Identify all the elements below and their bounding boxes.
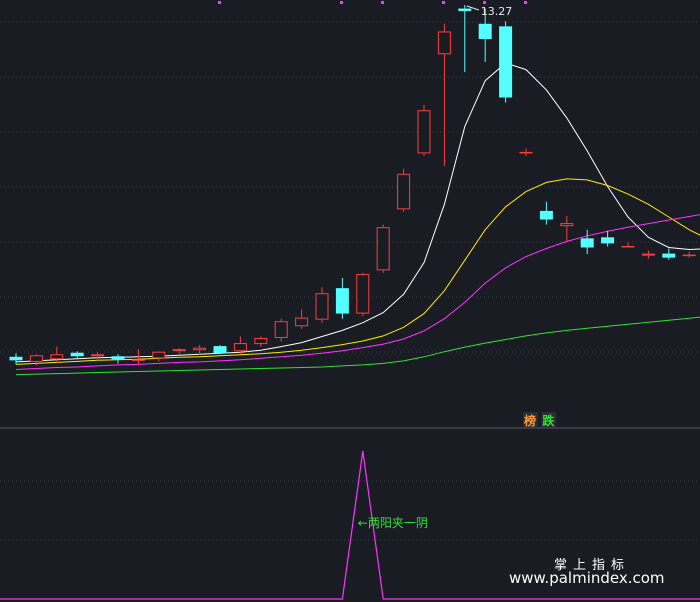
candle-body bbox=[601, 237, 615, 244]
candle-body bbox=[274, 321, 288, 338]
candle-body bbox=[193, 347, 207, 351]
top-marker-dot bbox=[340, 1, 343, 4]
stock-chart: 13.27 榜跌 ←两阳夹一阴 掌上指标 www.palmindex.com bbox=[0, 0, 700, 602]
candle-body bbox=[29, 355, 43, 362]
candle-body bbox=[315, 293, 329, 320]
top-marker-dot bbox=[483, 1, 486, 4]
watermark-url: www.palmindex.com bbox=[509, 569, 665, 587]
candle-body bbox=[335, 288, 349, 314]
candle-body bbox=[295, 317, 309, 327]
signal-tag-label: 跌 bbox=[542, 413, 555, 428]
candle-body bbox=[111, 356, 125, 360]
candle-body bbox=[70, 352, 84, 357]
signal-tag: 跌 bbox=[541, 412, 557, 428]
pattern-annotation: ←两阳夹一阴 bbox=[358, 516, 428, 530]
candle-body bbox=[662, 253, 676, 258]
candle bbox=[356, 272, 370, 317]
candle bbox=[376, 224, 390, 273]
top-marker-dot bbox=[218, 1, 221, 4]
signal-tag: 榜 bbox=[522, 412, 538, 428]
candle bbox=[417, 105, 431, 156]
candle-body bbox=[580, 238, 594, 248]
max-price-label: 13.27 bbox=[481, 5, 513, 18]
candle-body bbox=[641, 253, 655, 256]
candle-body bbox=[560, 223, 574, 227]
candle-body bbox=[437, 31, 451, 55]
candle-body bbox=[131, 359, 145, 361]
candle-body bbox=[519, 151, 533, 154]
candle-body bbox=[50, 354, 64, 360]
candle-body bbox=[233, 343, 247, 352]
candle bbox=[499, 21, 513, 103]
candle-body bbox=[458, 8, 472, 12]
candle-body bbox=[213, 346, 227, 354]
candle-body bbox=[172, 349, 186, 352]
candle-body bbox=[478, 23, 492, 40]
candle bbox=[397, 168, 411, 212]
candle bbox=[213, 345, 227, 355]
candle-body bbox=[417, 110, 431, 154]
chart-background bbox=[0, 0, 700, 602]
candle-body bbox=[621, 245, 635, 248]
candle-body bbox=[9, 356, 23, 361]
signal-tag-label: 榜 bbox=[524, 413, 536, 428]
top-marker-dot bbox=[442, 1, 445, 4]
candle-body bbox=[397, 173, 411, 210]
top-marker-dot bbox=[381, 1, 384, 4]
top-marker-dot bbox=[524, 1, 527, 4]
candle-body bbox=[499, 26, 513, 98]
candle-body bbox=[539, 210, 553, 220]
candle-body bbox=[356, 273, 370, 314]
candle-body bbox=[152, 351, 166, 359]
candle-body bbox=[254, 337, 268, 345]
candle-body bbox=[376, 227, 390, 271]
candle-body bbox=[91, 354, 105, 357]
candle-body bbox=[682, 254, 696, 257]
